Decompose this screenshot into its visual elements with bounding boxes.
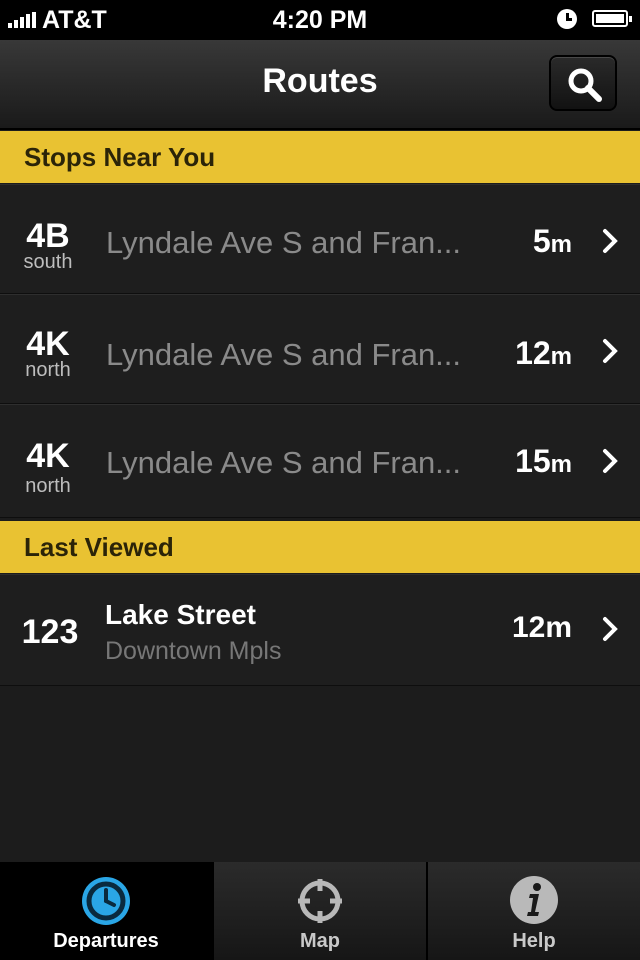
chevron-right-icon bbox=[603, 617, 618, 641]
search-icon bbox=[568, 68, 602, 102]
list-item[interactable]: 123 Lake Street Downtown Mpls 12m bbox=[0, 574, 640, 686]
battery-icon bbox=[592, 10, 632, 27]
chevron-right-icon bbox=[603, 339, 618, 363]
route-number: 123 bbox=[21, 613, 79, 651]
section-header-last-viewed: Last Viewed bbox=[0, 521, 640, 573]
status-bar: AT&T 4:20 PM bbox=[0, 0, 640, 40]
list-item[interactable]: 4K north Lyndale Ave S and Fran... 15m bbox=[0, 404, 640, 518]
route-direction: south bbox=[23, 251, 73, 273]
tab-label: Help bbox=[512, 930, 556, 952]
time-unit: m bbox=[550, 343, 572, 370]
info-icon bbox=[510, 876, 558, 924]
departure-time: 12m bbox=[515, 335, 572, 372]
list-item[interactable]: 4B south Lyndale Ave S and Fran... 5m bbox=[0, 184, 640, 294]
status-time: 4:20 PM bbox=[272, 6, 368, 34]
navigation-bar: Routes bbox=[0, 40, 640, 130]
time-unit: m bbox=[550, 451, 572, 478]
section-header-stops-near-you: Stops Near You bbox=[0, 131, 640, 183]
route-number: 4K bbox=[26, 437, 70, 475]
tab-label: Map bbox=[300, 930, 340, 952]
page-title: Routes bbox=[262, 62, 378, 100]
tab-label: Departures bbox=[53, 930, 159, 952]
clock-icon bbox=[82, 877, 130, 925]
tab-help[interactable]: Help bbox=[428, 862, 640, 960]
departure-time: 5m bbox=[533, 223, 572, 260]
list-item[interactable]: 4K north Lyndale Ave S and Fran... 12m bbox=[0, 294, 640, 404]
route-direction: north bbox=[25, 475, 71, 497]
time-value: 5 bbox=[532, 223, 551, 259]
departure-time: 12m bbox=[511, 611, 572, 644]
tab-bar: Departures Map Help bbox=[0, 862, 640, 960]
time-value: 15 bbox=[515, 443, 551, 479]
stop-name: Lyndale Ave S and Fran... bbox=[106, 337, 462, 372]
route-subtitle: Downtown Mpls bbox=[105, 637, 282, 665]
tab-departures[interactable]: Departures bbox=[0, 862, 212, 960]
departure-time: 15m bbox=[515, 443, 572, 480]
alarm-icon bbox=[557, 9, 577, 29]
crosshair-icon bbox=[298, 879, 342, 923]
time-value: 12 bbox=[515, 335, 551, 371]
stop-name: Lyndale Ave S and Fran... bbox=[106, 225, 462, 260]
time-unit: m bbox=[550, 231, 572, 258]
chevron-right-icon bbox=[603, 449, 618, 473]
route-title: Lake Street bbox=[105, 599, 256, 630]
route-direction: north bbox=[25, 359, 71, 381]
tab-map[interactable]: Map bbox=[214, 862, 426, 960]
search-button[interactable] bbox=[549, 55, 617, 111]
chevron-right-icon bbox=[603, 229, 618, 253]
stop-name: Lyndale Ave S and Fran... bbox=[106, 445, 462, 480]
